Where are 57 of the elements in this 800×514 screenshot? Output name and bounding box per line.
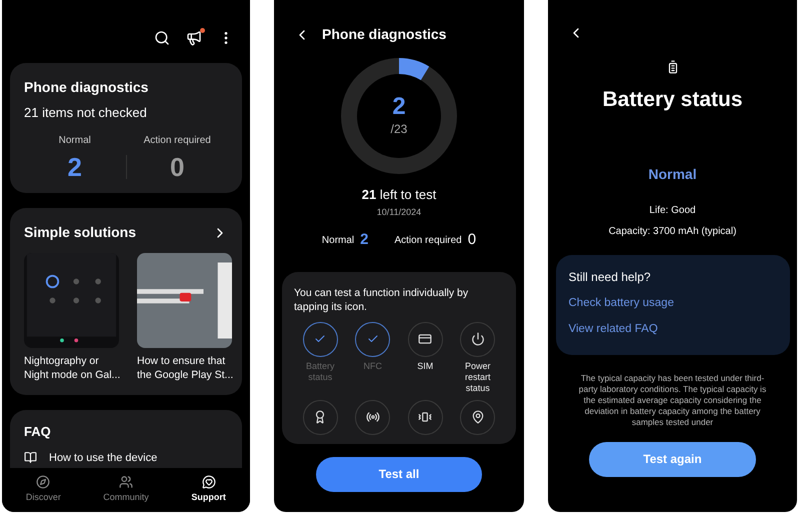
help-title: Still need help?: [568, 268, 651, 286]
chat-bubble-icon: [202, 475, 216, 490]
stat-label: Action required: [144, 134, 211, 148]
test-button[interactable]: [408, 322, 443, 356]
search-icon[interactable]: [154, 30, 170, 46]
battery-life: Life: Good: [649, 204, 696, 218]
section-title: Simple solutions: [24, 223, 136, 242]
nav-tab[interactable]: Discover: [2, 468, 85, 512]
battery-status: Normal: [648, 164, 697, 184]
test-label: SIM: [416, 360, 434, 372]
test-label: NFC: [362, 360, 383, 372]
card-title: Phone diagnostics: [24, 78, 150, 97]
stat-label: Normal: [322, 234, 354, 248]
test-button[interactable]: [302, 400, 338, 434]
faq-item[interactable]: How to use the device: [49, 450, 158, 466]
vibration-icon: [418, 410, 432, 424]
left-to-test: 21 left to test: [362, 186, 436, 204]
compass-icon: [36, 475, 50, 490]
check-icon: [314, 333, 326, 345]
tested-count: 2: [392, 94, 406, 120]
test-date: 10/11/2024: [376, 206, 422, 218]
test-button[interactable]: [460, 322, 496, 356]
test-button[interactable]: [355, 400, 390, 434]
diagnostics-card[interactable]: Phone diagnostics 21 items not checked Normal 2 Action required 0: [10, 63, 242, 193]
article-title[interactable]: Nightography or Night mode on Gal...: [24, 354, 124, 382]
test-button[interactable]: [408, 400, 443, 434]
help-link[interactable]: View related FAQ: [568, 320, 658, 338]
test-button[interactable]: [460, 400, 496, 434]
help-link[interactable]: Check battery usage: [568, 294, 674, 312]
stat-value: 2: [68, 150, 82, 184]
people-icon: [119, 475, 133, 490]
hint-text: You can test a function individually by tapping its icon.: [294, 286, 470, 314]
stat-label: Normal: [58, 134, 91, 148]
battery-capacity: Capacity: 3700 mAh (typical): [608, 224, 736, 238]
book-icon: [24, 451, 37, 464]
stat-value: 2: [360, 230, 368, 250]
megaphone-icon[interactable]: [186, 30, 202, 46]
capacity-note: The typical capacity has been tested under third-party laboratory conditions. The typical capacity is the estimated average capacity considering the deviation in battery capacity among the battery samples tested under: [578, 372, 768, 428]
total-count: /23: [390, 121, 408, 138]
test-label: Battery status: [304, 360, 336, 382]
screen-title: Battery status: [602, 87, 743, 113]
broadcast-icon: [366, 410, 380, 424]
power-icon: [470, 332, 485, 346]
screen-title: Phone diagnostics: [322, 25, 446, 44]
card-subtitle: 21 items not checked: [24, 104, 148, 122]
sim-card-icon: [418, 332, 432, 346]
stat-label: Action required: [394, 234, 462, 248]
test-label: Power restart status: [464, 360, 492, 394]
check-icon: [366, 333, 379, 345]
stat-value: 0: [468, 230, 476, 250]
location-pin-icon: [470, 410, 485, 424]
article-title[interactable]: How to ensure that the Google Play St...: [137, 354, 237, 382]
test-all-button[interactable]: Test all: [316, 456, 482, 492]
nav-tab[interactable]: Support: [167, 468, 250, 512]
section-title: FAQ: [24, 423, 52, 441]
stat-value: 0: [170, 150, 184, 184]
nav-tab[interactable]: Community: [84, 468, 168, 512]
